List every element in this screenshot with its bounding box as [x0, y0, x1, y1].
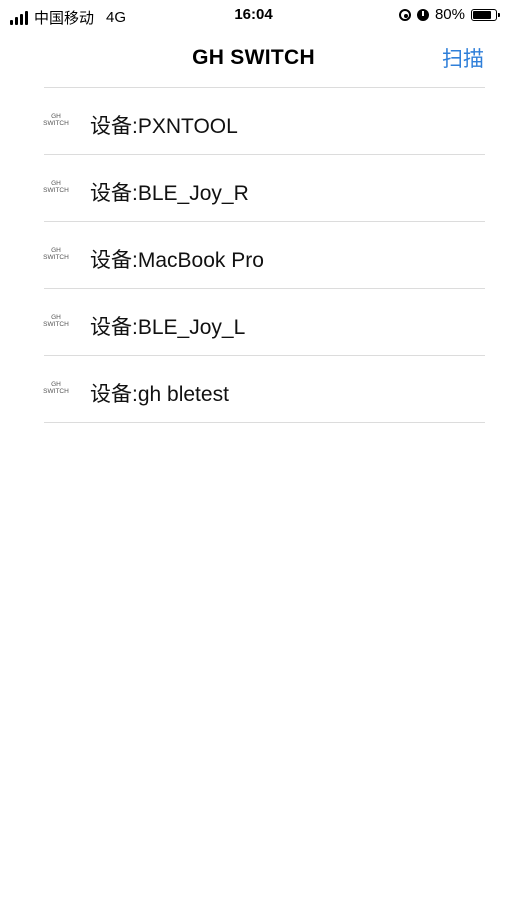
status-right: 80% [398, 6, 500, 23]
logo-text-top: GH [51, 247, 61, 254]
navigation-bar: GH SWITCH 扫描 [0, 38, 507, 78]
list-item[interactable]: GH SWITCH 设备:BLE_Joy_R [43, 155, 485, 222]
list-item[interactable]: GH SWITCH 设备:PXNTOOL [43, 88, 485, 155]
gh-switch-logo-icon: GH SWITCH [38, 314, 74, 328]
alarm-icon [416, 8, 429, 21]
battery-icon [471, 8, 500, 21]
list-item[interactable]: GH SWITCH 设备:BLE_Joy_L [43, 289, 485, 356]
scan-button[interactable]: 扫描 [442, 43, 484, 73]
battery-percent: 80% [434, 6, 465, 23]
logo-text-top: GH [51, 180, 61, 187]
list-item[interactable]: GH SWITCH 设备:gh bletest [43, 356, 485, 423]
logo-text-top: GH [51, 113, 61, 120]
logo-text-top: GH [51, 314, 61, 321]
logo-text-bottom: SWITCH [43, 187, 69, 194]
logo-text-top: GH [51, 381, 61, 388]
logo-text-bottom: SWITCH [43, 254, 69, 261]
gh-switch-logo-icon: GH SWITCH [38, 247, 74, 261]
device-name: 设备:PXNTOOL [90, 115, 238, 138]
gh-switch-logo-icon: GH SWITCH [38, 180, 74, 194]
gh-switch-logo-icon: GH SWITCH [38, 381, 74, 395]
page-title: GH SWITCH [192, 46, 315, 69]
device-name: 设备:gh bletest [90, 383, 229, 406]
status-bar: 中国移动 4G 16:04 80% [0, 0, 507, 32]
orientation-lock-icon [398, 8, 411, 21]
gh-switch-logo-icon: GH SWITCH [38, 113, 74, 127]
list-item[interactable]: GH SWITCH 设备:MacBook Pro [43, 222, 485, 289]
logo-text-bottom: SWITCH [43, 321, 69, 328]
device-name: 设备:MacBook Pro [90, 249, 264, 272]
device-name: 设备:BLE_Joy_L [90, 316, 246, 339]
logo-text-bottom: SWITCH [43, 120, 69, 127]
logo-text-bottom: SWITCH [43, 388, 69, 395]
device-name: 设备:BLE_Joy_R [90, 182, 249, 205]
device-list: GH SWITCH 设备:PXNTOOL GH SWITCH 设备:BLE_Joy_R GH… [43, 87, 485, 423]
